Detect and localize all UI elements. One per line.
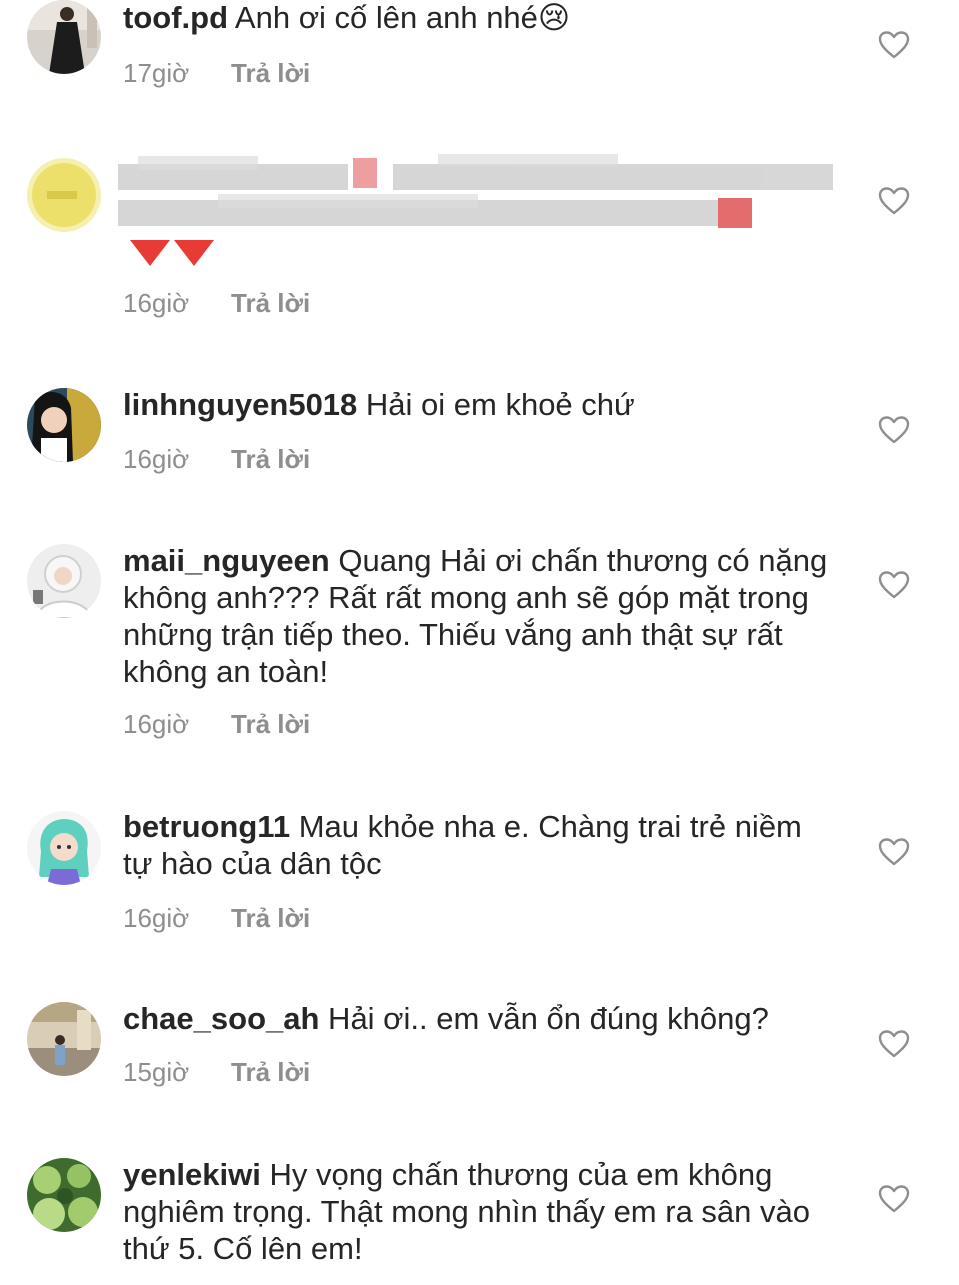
reply-button[interactable]: Trả lời <box>231 288 310 318</box>
comment-username[interactable]: chae_soo_ah <box>123 1001 319 1036</box>
reply-button[interactable]: Trả lời <box>231 444 310 474</box>
avatar-girl-black-dress-icon <box>27 0 101 74</box>
avatar-green-fruits-icon <box>27 1158 101 1232</box>
comment-time: 16giờ <box>123 444 190 474</box>
comment-meta: 17giờ Trả lời <box>123 58 310 89</box>
comment-text: Anh ơi cố lên anh nhé😢 <box>228 0 571 35</box>
comment-username[interactable]: toof.pd <box>123 0 228 35</box>
comment-body: toof.pd Anh ơi cố lên anh nhé😢 <box>123 0 838 36</box>
avatar-blurred-yellow-icon <box>27 158 101 232</box>
avatar[interactable] <box>27 811 101 885</box>
comment-meta: 16giờ Trả lời <box>123 288 310 319</box>
avatar[interactable] <box>27 1158 101 1232</box>
comment-body: yenlekiwi Hy vọng chấn thương của em khô… <box>123 1156 838 1267</box>
comment-time: 15giờ <box>123 1057 190 1087</box>
comment-meta: 16giờ Trả lời <box>123 903 310 934</box>
comment-username[interactable]: betruong11 <box>123 809 290 844</box>
like-heart-icon[interactable] <box>878 1029 910 1059</box>
like-heart-icon[interactable] <box>878 30 910 60</box>
comment-body: linhnguyen5018 Hải oi em khoẻ chứ <box>123 386 838 423</box>
comment-text: Hải oi em khoẻ chứ <box>357 387 635 422</box>
avatar-girl-portrait-icon <box>27 388 101 462</box>
comment-username[interactable]: yenlekiwi <box>123 1157 261 1192</box>
avatar[interactable] <box>27 0 101 74</box>
like-heart-icon[interactable] <box>878 570 910 600</box>
reply-button[interactable]: Trả lời <box>231 903 310 933</box>
avatar[interactable] <box>27 388 101 462</box>
avatar-person-indoors-icon <box>27 1002 101 1076</box>
avatar[interactable] <box>27 158 101 232</box>
reply-button[interactable]: Trả lời <box>231 709 310 739</box>
reply-button[interactable]: Trả lời <box>231 58 310 88</box>
reply-button[interactable]: Trả lời <box>231 1057 310 1087</box>
blurred-comment-text <box>118 148 833 273</box>
avatar[interactable] <box>27 1002 101 1076</box>
comment-time: 16giờ <box>123 903 190 933</box>
comment-meta: 16giờ Trả lời <box>123 444 310 475</box>
like-heart-icon[interactable] <box>878 186 910 216</box>
like-heart-icon[interactable] <box>878 415 910 445</box>
comment-body: betruong11 Mau khỏe nha e. Chàng trai tr… <box>123 808 838 882</box>
comment-meta: 15giờ Trả lời <box>123 1057 310 1088</box>
avatar-child-white-hat-icon <box>27 544 101 618</box>
comment-body: maii_nguyeen Quang Hải ơi chấn thương có… <box>123 542 838 690</box>
avatar[interactable] <box>27 544 101 618</box>
comment-time: 16giờ <box>123 288 190 318</box>
like-heart-icon[interactable] <box>878 1184 910 1214</box>
comment-text: Hải ơi.. em vẫn ổn đúng không? <box>319 1001 769 1036</box>
avatar-cartoon-green-hair-icon <box>27 811 101 885</box>
comment-body: chae_soo_ah Hải ơi.. em vẫn ổn đúng khôn… <box>123 1000 838 1037</box>
comment-username[interactable]: linhnguyen5018 <box>123 387 357 422</box>
comment-username[interactable]: maii_nguyeen <box>123 543 330 578</box>
like-heart-icon[interactable] <box>878 837 910 867</box>
comment-time: 16giờ <box>123 709 190 739</box>
comment-time: 17giờ <box>123 58 190 88</box>
comment-meta: 16giờ Trả lời <box>123 709 310 740</box>
